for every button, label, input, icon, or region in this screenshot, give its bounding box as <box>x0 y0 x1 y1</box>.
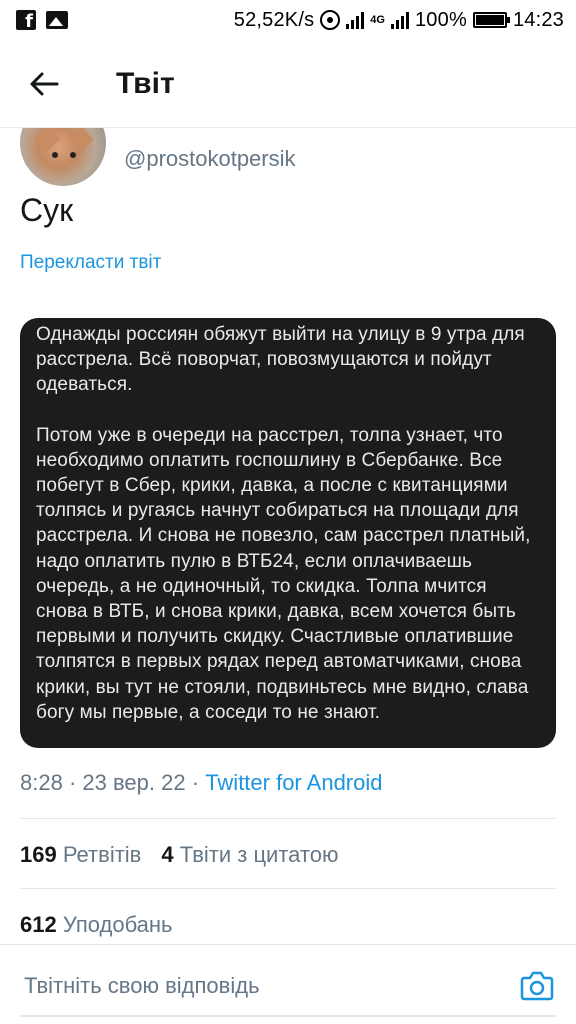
image-icon <box>46 11 68 29</box>
back-button[interactable] <box>20 60 68 108</box>
translate-tweet-link[interactable]: Перекласти твіт <box>20 252 161 274</box>
divider <box>20 818 556 819</box>
tweet-meta: 8:28 · 23 вер. 22 · Twitter for Android <box>20 770 383 796</box>
likes-label: Уподобань <box>62 912 173 937</box>
signal-icon <box>346 11 365 29</box>
reply-input[interactable]: Твітніть свою відповідь <box>24 973 260 999</box>
author-handle[interactable]: @prostokotpersik <box>124 146 296 172</box>
camera-button[interactable] <box>518 967 556 1005</box>
meta-separator: · <box>68 770 77 795</box>
quotes-count: 4 <box>161 842 174 867</box>
tweet-source-link[interactable]: Twitter for Android <box>205 770 382 795</box>
likes-stat[interactable]: 612 Уподобань <box>20 912 173 938</box>
page-title: Твіт <box>116 66 175 100</box>
retweets-count: 169 <box>20 842 57 867</box>
network-type: 4G <box>370 14 385 26</box>
facebook-icon <box>16 10 36 32</box>
status-bar: 52,52K/s 4G 100% 14:23 <box>0 0 576 40</box>
arrow-left-icon <box>30 72 59 95</box>
battery-icon <box>472 12 510 28</box>
reply-bar: Твітніть свою відповідь <box>0 944 576 1024</box>
retweet-stats: 169 Ретвітів 4 Твіти з цитатою <box>20 842 339 868</box>
tweet-image[interactable]: Однажды россиян обяжут выйти на улицу в … <box>20 318 556 748</box>
image-paragraph-2: Потом уже в очереди на расстрел, толпа у… <box>36 424 531 723</box>
divider-2 <box>20 888 556 889</box>
clock: 14:23 <box>512 8 564 31</box>
status-bar-right: 52,52K/s 4G 100% 14:23 <box>234 9 564 32</box>
tweet-text: Сук <box>20 192 74 228</box>
retweets-label: Ретвітів <box>62 842 142 867</box>
network-speed: 52,52K/s <box>233 8 315 31</box>
signal-icon-2 <box>390 11 409 29</box>
meta-separator-2: · <box>191 770 200 795</box>
image-paragraph-1: Однажды россиян обяжут выйти на улицу в … <box>36 324 525 396</box>
tweet-time: 8:28 <box>20 770 63 795</box>
app-header: Твіт <box>0 40 576 128</box>
retweets-stat[interactable]: 169 Ретвітів <box>20 842 141 868</box>
hotspot-icon <box>320 10 341 30</box>
camera-icon <box>520 971 554 1001</box>
status-bar-left <box>16 10 68 32</box>
quotes-label: Твіти з цитатою <box>179 842 339 867</box>
reply-underline <box>20 1015 556 1017</box>
likes-stats: 612 Уподобань <box>20 912 173 938</box>
quotes-stat[interactable]: 4 Твіти з цитатою <box>161 842 338 868</box>
likes-count: 612 <box>20 912 57 937</box>
battery-percent: 100% <box>414 8 467 31</box>
tweet-date: 23 вер. 22 <box>82 770 186 795</box>
